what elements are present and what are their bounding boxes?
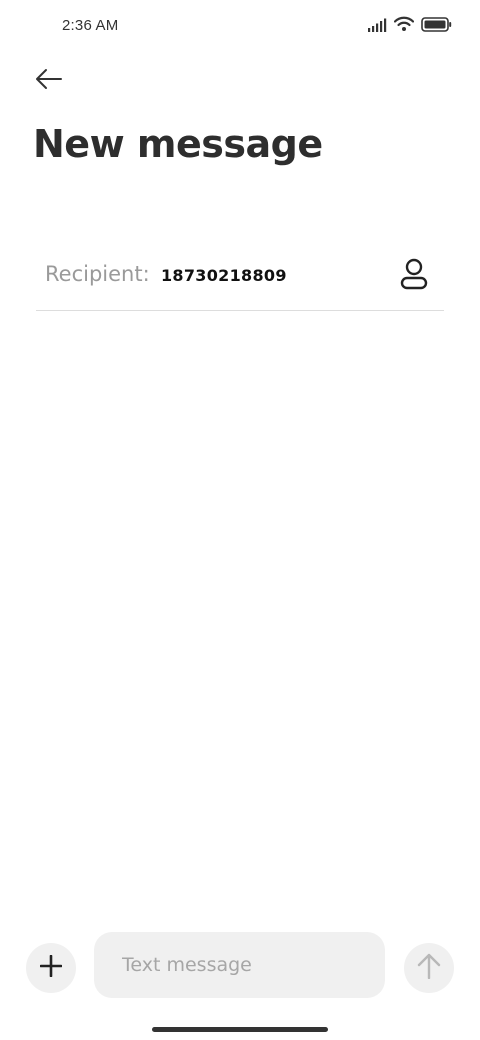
message-input[interactable] [94,932,385,998]
status-bar: 2:36 AM [0,0,480,54]
arrow-up-icon [417,953,441,983]
contact-person-icon [399,258,429,294]
recipient-value[interactable]: 18730218809 [161,266,287,285]
status-time: 2:36 AM [62,17,119,34]
back-arrow-icon [35,68,63,94]
contact-picker-button[interactable] [396,258,432,294]
battery-icon [421,16,452,36]
status-icons [367,16,452,36]
signal-icon [367,17,387,36]
page-title: New message [33,122,323,166]
home-indicator [152,1027,328,1032]
back-button[interactable] [28,60,70,102]
attach-button[interactable] [26,943,76,993]
recipient-label: Recipient: [45,262,150,286]
send-button[interactable] [404,943,454,993]
plus-icon [39,954,63,981]
message-composer [0,930,480,1000]
recipient-field[interactable]: Recipient: 18730218809 [36,246,444,311]
wifi-icon [393,16,415,36]
